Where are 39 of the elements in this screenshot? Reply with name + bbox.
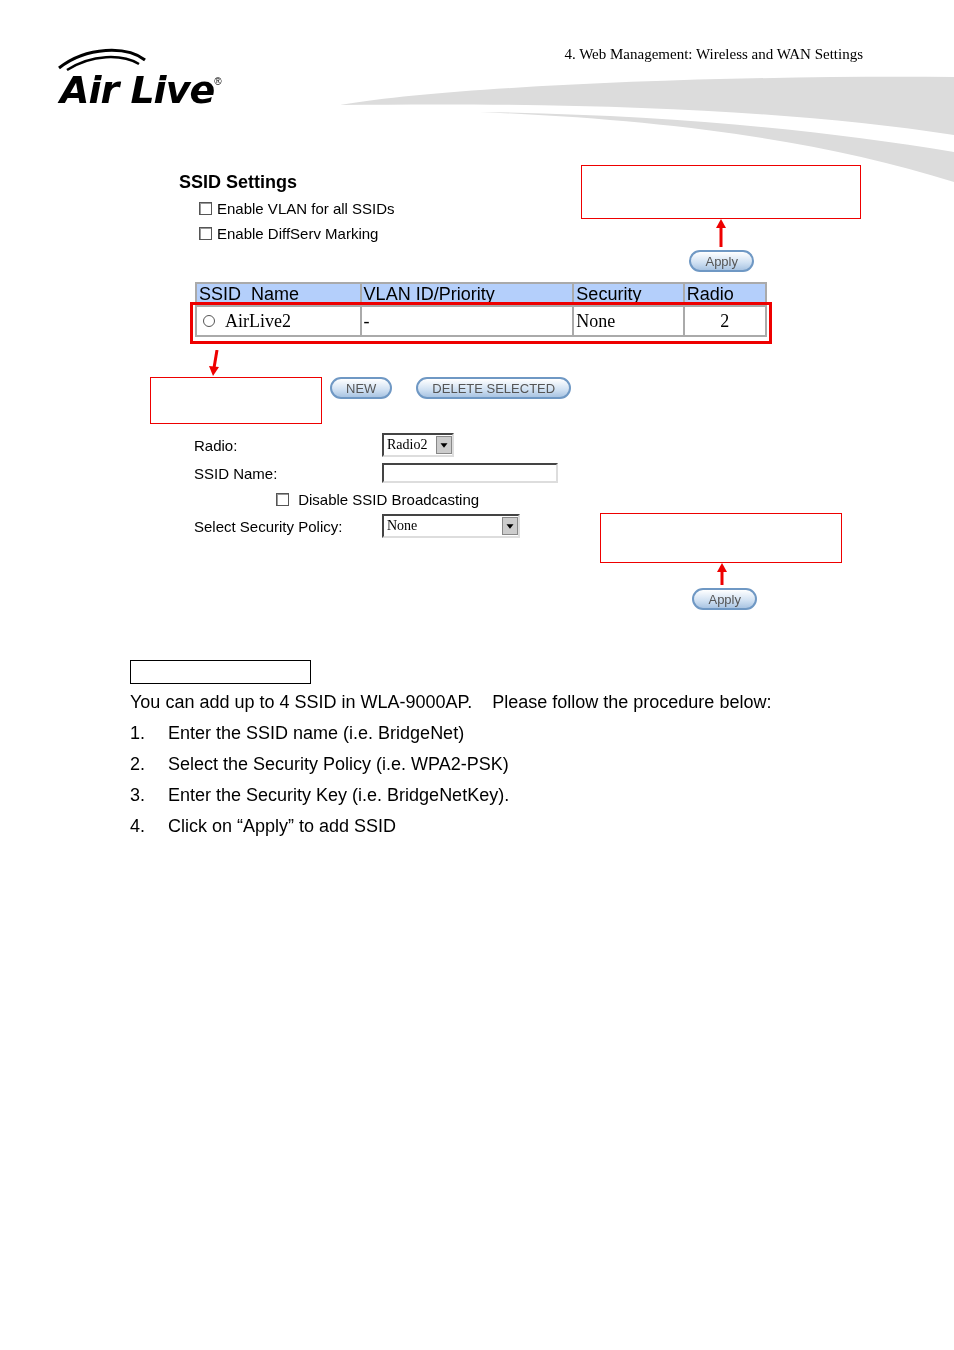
dropdown[interactable]: None — [382, 514, 520, 538]
step-number: 4. — [130, 816, 146, 837]
checkbox[interactable] — [199, 227, 212, 240]
step-text: Enter the Security Key (i.e. BridgeNetKey). — [168, 785, 510, 806]
intro-text: You can add up to 4 SSID in WLA-9000AP. Please follow the procedure below: — [130, 692, 773, 713]
checkbox[interactable] — [276, 493, 289, 506]
checkbox[interactable] — [199, 202, 212, 215]
radio-button[interactable] — [203, 314, 215, 327]
step-text: Enter the SSID name (i.e. BridgeNet) — [168, 723, 465, 744]
field-label: Radio: — [194, 436, 239, 454]
checkbox-option[interactable]: Enable VLAN for all SSIDs — [199, 200, 954, 217]
registered-mark: ® — [214, 76, 222, 87]
step-text: Select the Security Policy (i.e. WPA2-PSK) — [168, 754, 509, 775]
field-label: SSID Name: — [194, 464, 279, 482]
checkbox-option[interactable]: Enable DiffServ Marking — [199, 225, 954, 242]
step-number: 2. — [130, 754, 146, 775]
apply-button[interactable]: Apply — [689, 250, 754, 272]
column-header: VLAN ID/Priority — [360, 283, 574, 306]
arrow — [715, 219, 727, 247]
table-cell: 2 — [683, 306, 766, 336]
step-text: Click on “Apply” to add SSID — [168, 816, 397, 837]
table-cell: None — [573, 306, 684, 336]
column-header: SSID Name — [196, 283, 361, 306]
step-number: 1. — [130, 723, 146, 744]
section-title: SSID Settings — [179, 172, 298, 193]
ssid-name-field[interactable] — [382, 463, 558, 483]
apply-button[interactable]: Apply — [692, 588, 757, 610]
checkbox-option[interactable]: Disable SSID Broadcasting — [276, 491, 954, 508]
step-number: 3. — [130, 785, 146, 806]
arrow — [716, 563, 728, 585]
dropdown[interactable]: Radio2 — [382, 433, 454, 457]
new-button[interactable]: NEW — [330, 377, 393, 399]
table-cell: - — [360, 306, 574, 336]
arrow — [208, 350, 220, 376]
column-header: Security — [573, 283, 684, 306]
field-label: Select Security Policy: — [194, 517, 344, 535]
table-cell: AirLive2 — [196, 306, 361, 336]
delete-button[interactable]: DELETE SELECTED — [416, 377, 572, 399]
chapter-header: 4. Web Management: Wireless and WAN Settings — [564, 46, 863, 63]
